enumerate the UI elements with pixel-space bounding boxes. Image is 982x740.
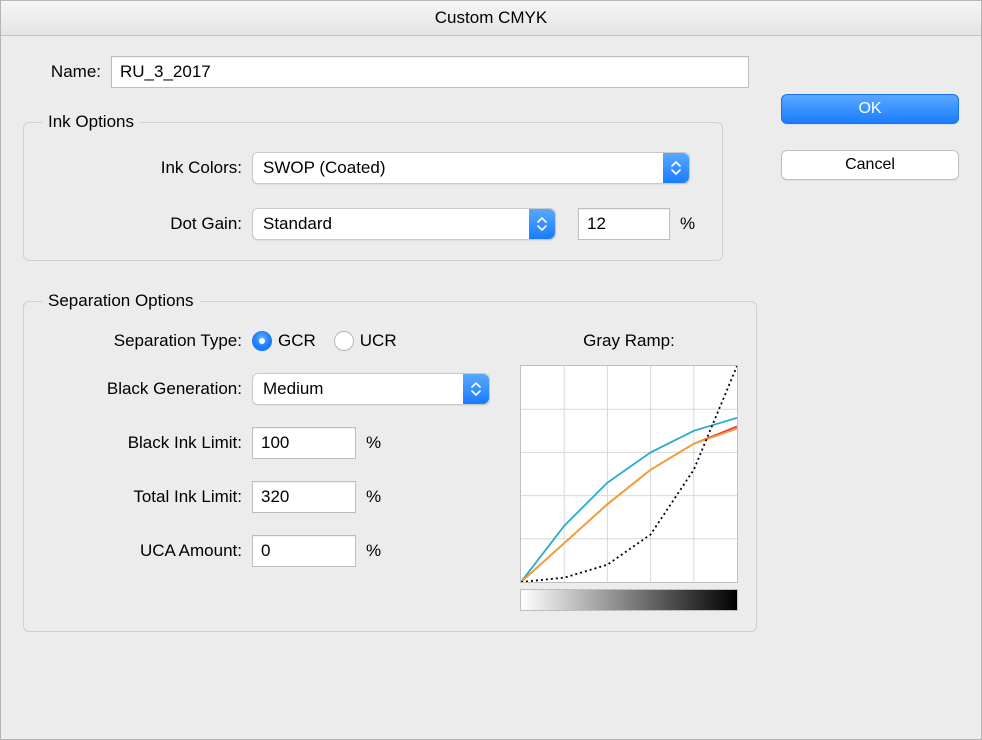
black-ink-limit-label: Black Ink Limit:: [42, 433, 252, 453]
title-bar: Custom CMYK: [1, 1, 981, 36]
dot-gain-mode-value: Standard: [263, 214, 332, 234]
chevron-up-down-icon: [663, 153, 689, 183]
chevron-up-down-icon: [463, 374, 489, 404]
black-ink-limit-percent: %: [366, 433, 381, 453]
dot-gain-mode-select[interactable]: Standard: [252, 208, 556, 240]
uca-amount-input[interactable]: [252, 535, 356, 567]
total-ink-limit-label: Total Ink Limit:: [42, 487, 252, 507]
dot-gain-percent: %: [680, 214, 695, 234]
black-generation-label: Black Generation:: [42, 379, 252, 399]
total-ink-limit-percent: %: [366, 487, 381, 507]
uca-amount-percent: %: [366, 541, 381, 561]
dot-gain-label: Dot Gain:: [42, 214, 252, 234]
dot-gain-value-input[interactable]: [578, 208, 670, 240]
ink-options-group: Ink Options Ink Colors: SWOP (Coated) Do…: [23, 112, 723, 261]
separation-type-ucr-radio[interactable]: UCR: [334, 331, 397, 351]
separation-type-ucr-label: UCR: [360, 331, 397, 351]
gray-ramp-panel: Gray Ramp:: [520, 331, 738, 611]
black-generation-value: Medium: [263, 379, 323, 399]
ink-colors-label: Ink Colors:: [42, 158, 252, 178]
ink-options-legend: Ink Options: [42, 112, 140, 132]
radio-checked-icon: [252, 331, 272, 351]
separation-type-label: Separation Type:: [42, 331, 252, 351]
radio-unchecked-icon: [334, 331, 354, 351]
total-ink-limit-input[interactable]: [252, 481, 356, 513]
separation-type-gcr-radio[interactable]: GCR: [252, 331, 316, 351]
chevron-up-down-icon: [529, 209, 555, 239]
gray-ramp-gradient-strip: [520, 589, 738, 611]
ink-colors-select[interactable]: SWOP (Coated): [252, 152, 690, 184]
ink-colors-value: SWOP (Coated): [263, 158, 386, 178]
ok-button-label: OK: [858, 100, 881, 118]
separation-options-group: Separation Options Separation Type: GCR …: [23, 291, 757, 632]
ok-button[interactable]: OK: [781, 94, 959, 124]
separation-options-legend: Separation Options: [42, 291, 200, 311]
cancel-button[interactable]: Cancel: [781, 150, 959, 180]
gray-ramp-label: Gray Ramp:: [520, 331, 738, 351]
black-ink-limit-input[interactable]: [252, 427, 356, 459]
cancel-button-label: Cancel: [845, 156, 895, 174]
separation-type-gcr-label: GCR: [278, 331, 316, 351]
black-generation-select[interactable]: Medium: [252, 373, 490, 405]
dialog-title: Custom CMYK: [435, 8, 547, 27]
custom-cmyk-dialog: Custom CMYK OK Cancel Name: Ink Options …: [0, 0, 982, 740]
gray-ramp-chart: [520, 365, 738, 583]
name-label: Name:: [23, 62, 111, 82]
uca-amount-label: UCA Amount:: [42, 541, 252, 561]
name-input[interactable]: [111, 56, 749, 88]
gray-ramp-svg: [521, 366, 737, 582]
